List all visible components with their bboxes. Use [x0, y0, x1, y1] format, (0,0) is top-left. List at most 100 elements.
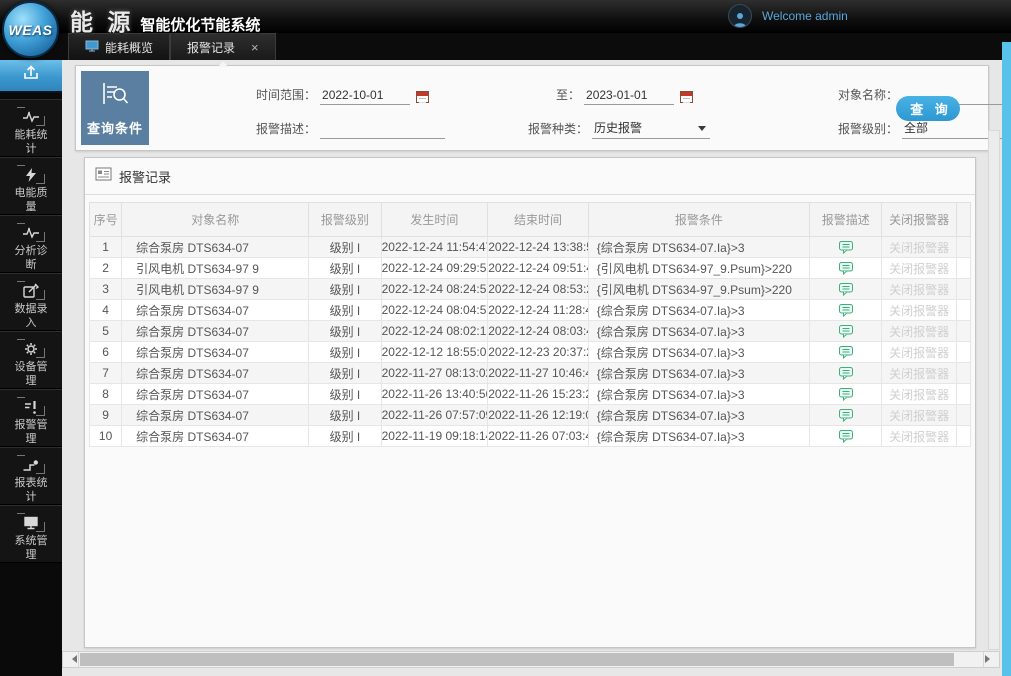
right-edge-strip: [1002, 42, 1011, 676]
close-alarm-link[interactable]: 关闭报警器: [889, 304, 949, 318]
sidebar-item-alarm-mgmt[interactable]: 报警管理: [0, 389, 62, 447]
vertical-scrollbar[interactable]: [988, 130, 1000, 650]
close-alarm-link[interactable]: 关闭报警器: [889, 325, 949, 339]
cell-no: 5: [88, 320, 123, 342]
pencil-icon: [23, 283, 40, 298]
tab-label: 能耗概览: [105, 40, 154, 55]
col-no: 序号: [88, 202, 123, 237]
tab-alarm-records[interactable]: 报警记录 ×: [170, 33, 276, 67]
scrollbar-thumb[interactable]: [80, 653, 954, 666]
search-button[interactable]: 查 询: [896, 96, 960, 121]
cell-end-time: 2022-11-26 07:03:43: [487, 425, 589, 447]
query-conditions-box: 查询条件: [81, 71, 149, 145]
col-spacer: [955, 202, 972, 237]
close-icon[interactable]: ×: [251, 41, 259, 54]
time-to-input[interactable]: 2023-01-01: [584, 86, 675, 105]
list-icon: [95, 167, 112, 186]
comment-icon[interactable]: [838, 345, 854, 360]
monitor-icon: [24, 516, 38, 529]
sidebar-item-device-mgmt[interactable]: 设备管理: [0, 331, 62, 389]
object-name-label: 对象名称：: [838, 88, 899, 102]
cell-no: 10: [88, 425, 123, 447]
table-header-row: 序号 对象名称 报警级别 发生时间 结束时间 报警条件 报警描述 关闭报警器: [88, 202, 972, 237]
comment-icon[interactable]: [838, 261, 854, 276]
calendar-icon[interactable]: [416, 91, 430, 103]
sidebar-item-home[interactable]: [0, 57, 62, 93]
sidebar-item-data-entry[interactable]: 数据录入: [0, 273, 62, 331]
sidebar-item-label: 系统管理: [14, 535, 48, 561]
close-alarm-link[interactable]: 关闭报警器: [889, 367, 949, 381]
comment-icon[interactable]: [838, 366, 854, 381]
close-alarm-link[interactable]: 关闭报警器: [889, 430, 949, 444]
table-row: 10 综合泵房 DTS634-07 级别 I 2022-11-19 09:18:…: [88, 425, 972, 447]
comment-icon[interactable]: [838, 429, 854, 444]
cell-no: 7: [88, 362, 123, 384]
user-menu[interactable]: Welcome admin: [728, 4, 848, 28]
alarm-desc-input[interactable]: [320, 120, 446, 139]
table-row: 8 综合泵房 DTS634-07 级别 I 2022-11-26 13:40:5…: [88, 383, 972, 405]
cell-end-time: 2022-11-26 12:19:06: [487, 404, 589, 426]
cell-spacer: [955, 299, 972, 321]
sidebar-menu: 能耗统计 电能质量 分析诊断 数据录入 设备管理 报警管理 报表统计 系统管理: [0, 99, 62, 563]
close-alarm-link[interactable]: 关闭报警器: [889, 346, 949, 360]
scroll-left-arrow-icon[interactable]: [63, 652, 79, 667]
app-title: 能 源 智能优化节能系统: [70, 3, 260, 37]
alarm-type-select[interactable]: 历史报警: [592, 120, 711, 139]
cell-start-time: 2022-11-26 13:40:56: [380, 383, 489, 405]
sidebar-item-label: 报表统计: [14, 477, 48, 503]
sidebar-item-label: 分析诊断: [14, 245, 48, 271]
horizontal-scrollbar[interactable]: [62, 651, 1000, 668]
comment-icon[interactable]: [838, 303, 854, 318]
close-alarm-link[interactable]: 关闭报警器: [889, 241, 949, 255]
comment-icon[interactable]: [838, 387, 854, 402]
cell-end-time: 2022-11-26 15:23:23: [487, 383, 589, 405]
comment-icon[interactable]: [838, 324, 854, 339]
lightning-icon: [26, 167, 36, 182]
close-alarm-link[interactable]: 关闭报警器: [889, 409, 949, 423]
sidebar-item-energy-stats[interactable]: 能耗统计: [0, 99, 62, 157]
cell-start-time: 2022-12-24 09:29:56: [380, 257, 489, 279]
close-alarm-link[interactable]: 关闭报警器: [889, 283, 949, 297]
to-label: 至：: [556, 88, 581, 102]
cell-spacer: [955, 257, 972, 279]
cell-spacer: [955, 236, 972, 258]
sidebar-item-system-mgmt[interactable]: 系统管理: [0, 505, 62, 563]
query-form: 时间范围： 2022-10-01 至： 2023-01-01 对象名称： 报警描…: [156, 66, 1011, 150]
sidebar-item-label: 数据录入: [14, 303, 48, 329]
cell-spacer: [955, 425, 972, 447]
calendar-icon[interactable]: [680, 91, 694, 103]
cell-alarm-condition: {引风电机 DTS634-97_9.Psum}>220: [587, 278, 811, 300]
close-alarm-link[interactable]: 关闭报警器: [889, 388, 949, 402]
alarm-icon: [25, 400, 36, 414]
cell-no: 8: [88, 383, 123, 405]
cell-alarm-condition: {综合泵房 DTS634-07.Ia}>3: [587, 362, 811, 384]
cell-alarm-level: 级别 I: [308, 257, 382, 279]
alarm-level-label: 报警级别：: [838, 122, 899, 136]
cell-start-time: 2022-12-24 08:04:56: [380, 299, 489, 321]
scroll-right-arrow-icon[interactable]: [983, 652, 999, 667]
cell-alarm-level: 级别 I: [308, 341, 382, 363]
cell-no: 3: [88, 278, 123, 300]
sidebar-item-power-quality[interactable]: 电能质量: [0, 157, 62, 215]
comment-icon[interactable]: [838, 408, 854, 423]
comment-icon[interactable]: [838, 240, 854, 255]
cell-end-time: 2022-11-27 10:46:48: [487, 362, 589, 384]
table-row: 6 综合泵房 DTS634-07 级别 I 2022-12-12 18:55:0…: [88, 341, 972, 363]
cell-start-time: 2022-12-24 08:24:56: [380, 278, 489, 300]
cell-start-time: 2022-11-27 08:13:02: [380, 362, 489, 384]
sidebar-item-analysis[interactable]: 分析诊断: [0, 215, 62, 273]
time-from-input[interactable]: 2022-10-01: [320, 86, 411, 105]
close-alarm-link[interactable]: 关闭报警器: [889, 262, 949, 276]
sidebar-item-label: 报警管理: [14, 419, 48, 445]
sidebar-item-label: 设备管理: [14, 361, 48, 387]
cell-no: 9: [88, 404, 123, 426]
comment-icon[interactable]: [838, 282, 854, 297]
cell-alarm-condition: {综合泵房 DTS634-07.Ia}>3: [587, 299, 811, 321]
query-panel: 查询条件 时间范围： 2022-10-01 至： 2023-01-01 对象名称…: [75, 65, 1011, 151]
cell-object-name: 综合泵房 DTS634-07: [121, 425, 310, 447]
app-title-sub: 智能优化节能系统: [140, 17, 261, 34]
sidebar-item-report-stats[interactable]: 报表统计: [0, 447, 62, 505]
tab-energy-overview[interactable]: 能耗概览: [68, 33, 171, 60]
cell-spacer: [955, 383, 972, 405]
main-content: 查询条件 时间范围： 2022-10-01 至： 2023-01-01 对象名称…: [62, 60, 1011, 676]
